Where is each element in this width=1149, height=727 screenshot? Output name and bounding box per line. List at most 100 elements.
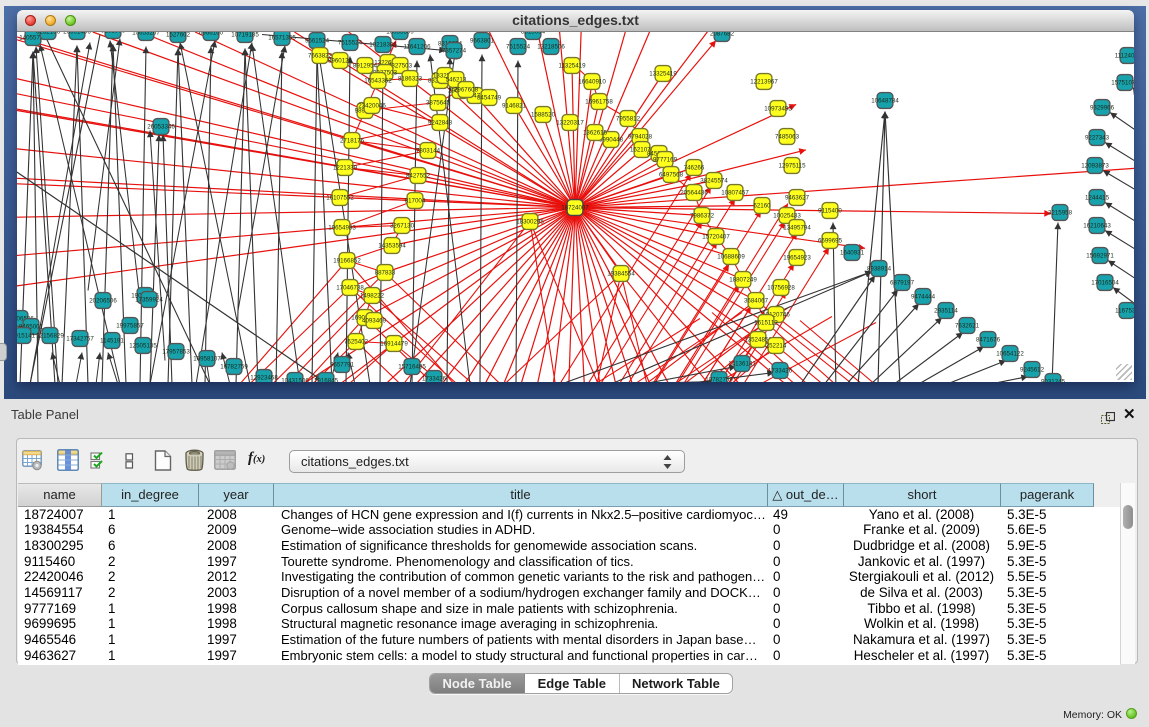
- svg-text:19384554: 19384554: [607, 271, 635, 278]
- svg-text:1615112: 1615112: [754, 320, 778, 327]
- svg-text:9777169: 9777169: [653, 157, 678, 164]
- svg-text:3215958: 3215958: [1048, 210, 1073, 217]
- svg-text:9329966: 9329966: [1090, 105, 1115, 112]
- svg-text:10025433: 10025433: [773, 213, 801, 220]
- svg-text:11641206: 11641206: [403, 44, 431, 51]
- svg-text:20564436: 20564436: [680, 190, 708, 197]
- svg-text:20691406: 20691406: [63, 32, 91, 36]
- svg-text:17016504: 17016504: [1091, 280, 1119, 287]
- svg-text:10958107: 10958107: [193, 356, 221, 363]
- svg-text:15720407: 15720407: [702, 234, 730, 241]
- svg-text:7515524: 7515524: [506, 44, 531, 51]
- svg-text:16914479: 16914479: [380, 341, 408, 348]
- svg-text:1916845: 1916845: [314, 378, 339, 382]
- svg-text:8960124: 8960124: [328, 58, 353, 65]
- svg-text:1733426: 1733426: [422, 376, 447, 382]
- svg-text:1362615: 1362615: [583, 130, 608, 137]
- svg-text:8454749: 8454749: [477, 95, 502, 102]
- svg-text:6966160: 6966160: [199, 32, 224, 37]
- svg-text:9561524: 9561524: [305, 38, 330, 45]
- svg-text:15751074: 15751074: [1111, 80, 1134, 87]
- svg-text:1498222: 1498222: [360, 293, 385, 300]
- svg-text:817004: 817004: [405, 198, 426, 205]
- svg-text:12213967: 12213967: [750, 79, 778, 86]
- svg-text:16107552: 16107552: [326, 195, 354, 202]
- svg-text:1145191: 1145191: [100, 338, 124, 345]
- svg-text:6497568: 6497568: [659, 172, 684, 179]
- svg-text:18724007: 18724007: [561, 205, 589, 212]
- svg-text:17046738: 17046738: [336, 285, 364, 292]
- svg-text:19975857: 19975857: [116, 323, 144, 330]
- svg-text:9657791: 9657791: [330, 362, 355, 369]
- svg-text:16543362: 16543362: [364, 78, 392, 85]
- svg-text:7515524: 7515524: [338, 40, 363, 47]
- svg-text:16571355: 16571355: [268, 35, 296, 42]
- svg-text:4093469: 4093469: [362, 318, 387, 325]
- svg-text:6699695: 6699695: [818, 238, 843, 245]
- svg-text:13220317: 13220317: [556, 120, 584, 127]
- svg-text:3684067: 3684067: [744, 298, 769, 305]
- svg-text:2935114: 2935114: [934, 308, 958, 315]
- svg-text:3267130: 3267130: [390, 223, 415, 230]
- svg-text:1733426: 1733426: [768, 368, 793, 375]
- svg-text:9794028: 9794028: [628, 134, 653, 141]
- svg-text:1244415: 1244415: [1085, 195, 1110, 202]
- svg-text:12923468: 12923468: [250, 375, 278, 382]
- svg-text:252214: 252214: [766, 343, 787, 350]
- svg-text:12156829: 12156829: [36, 333, 64, 340]
- svg-text:887833: 887833: [375, 270, 396, 277]
- svg-text:9474444: 9474444: [911, 294, 936, 301]
- svg-text:6879197: 6879197: [890, 280, 915, 287]
- svg-text:2718176: 2718176: [340, 138, 365, 145]
- svg-text:16961758: 16961758: [585, 99, 613, 106]
- svg-text:19166852: 19166852: [333, 258, 361, 265]
- svg-text:16782759: 16782759: [220, 364, 248, 371]
- svg-text:16210643: 16210643: [1083, 223, 1111, 230]
- svg-text:9242848: 9242848: [428, 120, 453, 127]
- svg-text:8186323: 8186323: [398, 76, 423, 83]
- svg-text:12505135: 12505135: [129, 343, 157, 350]
- svg-text:10973493: 10973493: [764, 106, 792, 113]
- svg-text:1527602: 1527602: [166, 32, 191, 39]
- svg-text:8232156: 8232156: [36, 32, 61, 36]
- svg-text:16033809: 16033809: [386, 32, 414, 36]
- svg-text:23420046: 23420046: [358, 103, 386, 110]
- svg-text:17359924: 17359924: [135, 297, 163, 304]
- svg-text:7986372: 7986372: [690, 213, 715, 220]
- svg-text:13325419: 13325419: [649, 71, 677, 78]
- svg-text:16640910: 16640910: [578, 79, 606, 86]
- svg-text:2967608: 2967608: [454, 87, 479, 94]
- svg-text:7803144: 7803144: [416, 148, 441, 155]
- svg-text:14136141: 14136141: [728, 361, 756, 368]
- svg-text:19654983: 19654983: [328, 225, 356, 232]
- svg-text:26053346: 26053346: [147, 124, 175, 131]
- svg-text:3875645: 3875645: [426, 100, 451, 107]
- svg-text:10648784: 10648784: [871, 98, 899, 105]
- svg-text:10719185: 10719185: [231, 32, 259, 39]
- svg-text:7357274: 7357274: [442, 48, 467, 55]
- svg-text:8813054: 8813054: [521, 32, 546, 36]
- svg-text:9227343: 9227343: [1085, 135, 1110, 142]
- svg-text:20206506: 20206506: [89, 298, 117, 305]
- svg-text:12093873: 12093873: [1081, 163, 1109, 170]
- svg-text:17957853: 17957853: [162, 349, 190, 356]
- svg-text:15716485: 15716485: [398, 364, 426, 371]
- svg-text:15692971: 15692971: [1086, 253, 1114, 260]
- svg-text:12975115: 12975115: [778, 163, 806, 170]
- svg-text:7955812: 7955812: [616, 116, 641, 123]
- svg-text:1167534: 1167534: [1115, 308, 1134, 315]
- svg-text:9146821: 9146821: [502, 103, 527, 110]
- svg-text:9031245: 9031245: [1041, 379, 1066, 382]
- svg-text:10431506: 10431506: [281, 378, 309, 382]
- svg-text:19654923: 19654923: [783, 255, 811, 262]
- svg-text:2087682: 2087682: [710, 32, 735, 38]
- svg-text:9151506: 9151506: [101, 32, 126, 35]
- svg-text:7625402: 7625402: [344, 339, 369, 346]
- svg-text:9663801: 9663801: [470, 38, 495, 45]
- svg-text:746266: 746266: [684, 165, 705, 172]
- svg-text:10688609: 10688609: [717, 254, 745, 261]
- svg-text:10782759: 10782759: [705, 377, 733, 382]
- svg-text:62160: 62160: [753, 203, 771, 210]
- svg-text:10654122: 10654122: [996, 351, 1024, 358]
- svg-text:11325419: 11325419: [558, 63, 586, 70]
